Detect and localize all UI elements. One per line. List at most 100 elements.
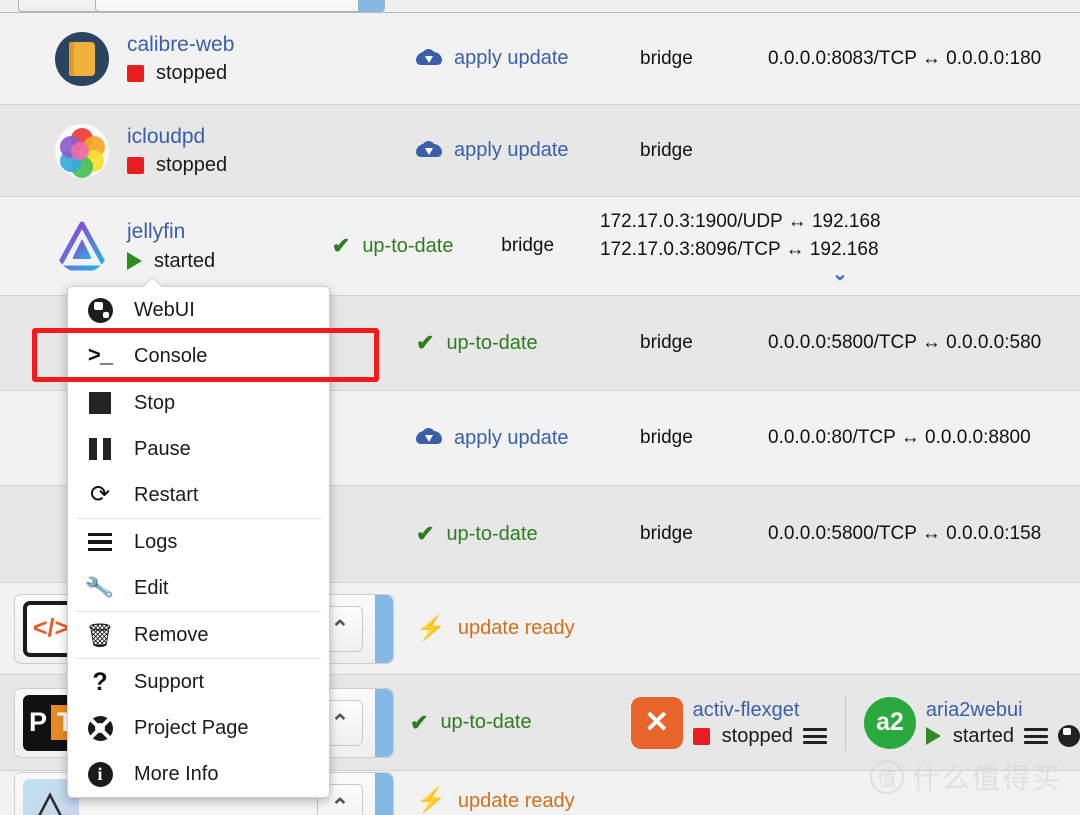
webui-globe-icon[interactable]: [1058, 725, 1080, 747]
wrench-icon: 🔧: [84, 572, 116, 603]
check-icon: ✔: [331, 233, 351, 258]
bolt-icon: ⚡: [416, 787, 446, 814]
chevron-up-icon: ⌃: [330, 794, 350, 815]
watermark-text: 什么值得买: [911, 763, 1062, 794]
menu-item-console[interactable]: >_ Console: [68, 333, 329, 379]
menu-item-more-info[interactable]: i More Info: [68, 751, 329, 797]
app-window: calibre-web stopped apply update bridge …: [0, 0, 1080, 815]
update-cell: ✔ up-to-date: [316, 235, 501, 258]
update-ready-link[interactable]: update ready: [458, 790, 575, 813]
update-cell[interactable]: apply update: [400, 427, 640, 450]
status-stopped-icon: [692, 727, 710, 745]
lifering-icon: [86, 715, 114, 741]
menu-item-label: Support: [134, 670, 205, 693]
update-cell: ✔ up-to-date: [400, 332, 640, 355]
update-cell[interactable]: ⚡ update ready: [400, 789, 640, 815]
apply-update-link[interactable]: apply update: [454, 47, 569, 70]
network-cell: bridge: [501, 235, 555, 256]
icloudpd-icon: [55, 123, 109, 178]
chevron-up-icon: ⌃: [330, 615, 350, 641]
question-icon: ?: [92, 667, 108, 696]
menu-item-support[interactable]: ? Support: [68, 659, 329, 705]
update-status: up-to-date: [446, 331, 538, 354]
globe-icon: [86, 297, 114, 323]
calibre-web-icon: [55, 31, 109, 86]
port-mapping: 172.17.0.3:1900/UDP ↔ 192.168: [599, 210, 881, 232]
menu-item-webui[interactable]: WebUI: [68, 287, 329, 333]
watermark: 值 什么值得买: [869, 757, 1062, 797]
child-name[interactable]: activ-flexget: [693, 698, 827, 722]
logs-icon[interactable]: [1024, 728, 1048, 744]
menu-item-label: Pause: [134, 437, 191, 460]
check-icon: ✔: [416, 330, 435, 355]
container-name[interactable]: jellyfin: [127, 219, 215, 245]
network-cell: bridge: [640, 523, 693, 544]
container-state: started: [154, 249, 216, 272]
update-cell[interactable]: apply update: [400, 47, 640, 70]
port-mapping: 172.17.0.3:8096/TCP ↔ 192.168: [599, 238, 879, 260]
ports-cell: 0.0.0.0:80/TCP ↔ 0.0.0.0:8800: [768, 427, 1031, 448]
network-cell: bridge: [640, 427, 693, 448]
update-cell: ✔ up-to-date: [394, 711, 611, 734]
restart-icon: ⟳: [89, 481, 111, 508]
menu-item-remove[interactable]: 🗑 Remove: [68, 612, 329, 658]
menu-item-label: Edit: [134, 576, 169, 599]
ports-expand-chevron-icon[interactable]: ⌄: [600, 265, 1080, 284]
jellyfin-icon: [55, 219, 109, 273]
cloud-download-icon: [416, 140, 442, 161]
network-cell: bridge: [640, 47, 693, 69]
status-started-icon: [127, 252, 142, 271]
status-stopped-icon: [127, 65, 144, 83]
child-state: started: [952, 724, 1014, 747]
check-icon: ✔: [416, 521, 435, 546]
ports-cell: 172.17.0.3:1900/UDP ↔ 192.168 172.17.0.3…: [592, 208, 1080, 284]
logs-icon: [86, 533, 114, 552]
child-name[interactable]: aria2webui: [926, 698, 1080, 722]
ports-cell: 0.0.0.0:5800/TCP ↔ 0.0.0.0:158: [768, 523, 1042, 544]
menu-item-stop[interactable]: Stop: [68, 380, 329, 426]
menu-item-label: Project Page: [134, 716, 249, 739]
trash-icon: 🗑: [85, 621, 115, 648]
divider: [844, 695, 846, 750]
flexget-icon: ✕: [630, 696, 683, 749]
menu-item-pause[interactable]: Pause: [68, 426, 329, 472]
child-container[interactable]: ✕ activ-flexget stopped: [630, 696, 827, 749]
update-status: up-to-date: [362, 234, 454, 257]
child-state: stopped: [721, 724, 793, 747]
update-ready-link[interactable]: update ready: [458, 617, 575, 640]
container-name[interactable]: calibre-web: [127, 32, 234, 58]
child-container[interactable]: a2 aria2webui started: [863, 696, 1080, 749]
menu-item-label: Stop: [134, 391, 176, 414]
menu-item-project-page[interactable]: Project Page: [68, 705, 329, 751]
update-status: up-to-date: [446, 522, 538, 545]
table-row[interactable]: icloudpd stopped apply update bridge: [0, 105, 1080, 197]
menu-item-label: Console: [134, 344, 208, 367]
container-state: stopped: [156, 154, 228, 177]
menu-item-logs[interactable]: Logs: [68, 519, 329, 565]
menu-item-label: Restart: [134, 483, 199, 506]
logs-icon[interactable]: [802, 728, 827, 744]
info-icon: i: [86, 761, 114, 787]
menu-item-restart[interactable]: ⟳ Restart: [68, 472, 329, 518]
menu-item-edit[interactable]: 🔧 Edit: [68, 565, 329, 611]
pause-icon: [86, 438, 114, 460]
stop-icon: [86, 392, 114, 414]
toolbar-search-field[interactable]: [95, 0, 385, 12]
bolt-icon: ⚡: [416, 614, 446, 642]
apply-update-link[interactable]: apply update: [454, 427, 569, 450]
container-name[interactable]: icloudpd: [127, 124, 227, 150]
table-row[interactable]: calibre-web stopped apply update bridge …: [0, 13, 1080, 105]
toolbar-search-button[interactable]: [358, 0, 384, 12]
container-context-menu[interactable]: WebUI >_ Console Stop Pause ⟳ Restart Lo…: [67, 286, 330, 798]
apply-update-link[interactable]: apply update: [454, 139, 569, 162]
container-identity: calibre-web stopped: [0, 31, 400, 86]
update-cell[interactable]: apply update: [400, 139, 640, 162]
menu-item-label: More Info: [134, 762, 219, 785]
menu-item-label: Logs: [134, 530, 178, 553]
chevron-up-icon: ⌃: [330, 709, 350, 735]
menu-pointer-nub: [142, 276, 164, 287]
console-icon: >_: [87, 343, 113, 369]
container-identity: icloudpd stopped: [0, 123, 400, 178]
check-icon: ✔: [410, 709, 429, 735]
update-cell[interactable]: ⚡ update ready: [400, 614, 640, 642]
